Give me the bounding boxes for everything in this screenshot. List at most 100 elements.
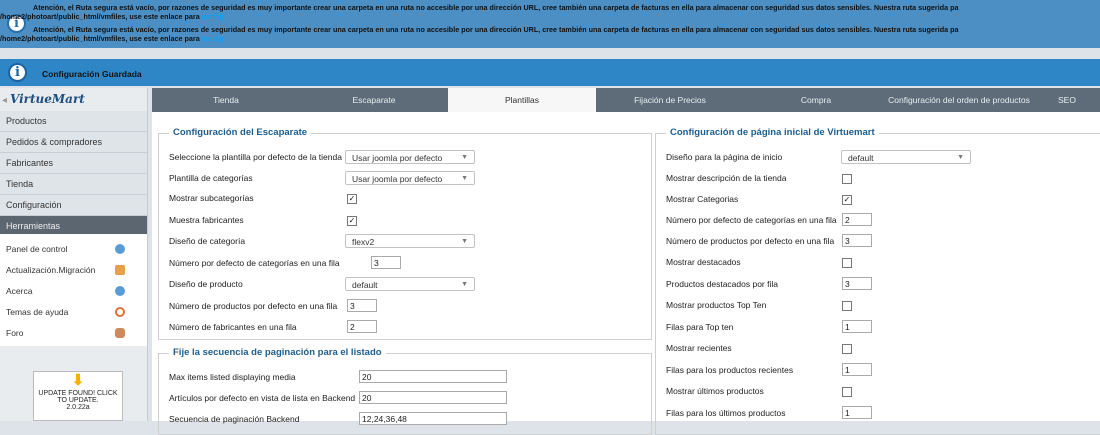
- label-show-categories: Mostrar Categorias: [666, 194, 739, 204]
- home-products-per-row-input[interactable]: 3: [842, 234, 872, 247]
- success-banner: i Configuración Guardada: [0, 59, 1100, 86]
- show-categories-checkbox[interactable]: ✓: [842, 195, 852, 205]
- help-lifebuoy-icon: [115, 307, 125, 317]
- show-subcategories-checkbox[interactable]: ✓: [347, 194, 357, 204]
- chevron-down-icon: ▼: [461, 154, 468, 161]
- config-link[interactable]: config: [202, 12, 224, 21]
- products-per-row-input[interactable]: 3: [347, 299, 377, 312]
- show-manufacturers-checkbox[interactable]: ✓: [347, 216, 357, 226]
- users-icon: [115, 328, 125, 338]
- warning-path-2: /home2/photoart/public_html/vmfiles, use…: [0, 34, 200, 43]
- label-show-recent: Mostrar recientes: [666, 343, 732, 353]
- label-categories-per-row: Número por defecto de categorías en una …: [169, 258, 340, 268]
- info-icon: [115, 286, 125, 296]
- label-products-per-row: Número de productos por defecto en una f…: [169, 301, 338, 311]
- label-home-cats-per-row: Número por defecto de categorías en una …: [666, 215, 837, 225]
- sidebar-item-fabricantes[interactable]: Fabricantes: [0, 153, 147, 174]
- label-show-store-desc: Mostrar descripción de la tienda: [666, 173, 787, 183]
- tab-plantillas[interactable]: Plantillas: [448, 88, 596, 112]
- update-notice[interactable]: ⬇ UPDATE FOUND! CLICK TO UPDATE. 2.0.22a: [33, 371, 123, 421]
- info-icon: i: [8, 63, 27, 82]
- show-topten-checkbox[interactable]: [842, 301, 852, 311]
- chevron-down-icon: ▼: [461, 238, 468, 245]
- show-recent-checkbox[interactable]: [842, 344, 852, 354]
- sidebar-menu: Productos Pedidos & compradores Fabrican…: [0, 111, 147, 237]
- label-show-featured: Mostrar destacados: [666, 257, 741, 267]
- backend-list-items-input[interactable]: 20: [359, 391, 507, 404]
- tool-panel-control[interactable]: Panel de control: [0, 239, 147, 260]
- label-recent-rows: Filas para los productos recientes: [666, 365, 794, 375]
- escaparate-fieldset: Configuración del Escaparate Seleccione …: [158, 127, 652, 340]
- tool-acerca[interactable]: Acerca: [0, 281, 147, 302]
- config-tabs: Tienda Escaparate Plantillas Fijación de…: [152, 88, 1100, 112]
- label-featured-per-row: Productos destacados por fila: [666, 279, 778, 289]
- inicio-fieldset: Configuración de página inicial de Virtu…: [655, 127, 1100, 435]
- tab-orden-productos[interactable]: Configuración del orden de productos: [874, 88, 1044, 112]
- categories-per-row-input[interactable]: 3: [371, 256, 401, 269]
- category-template-select[interactable]: Usar joomla por defecto ▼: [345, 171, 475, 185]
- show-featured-checkbox[interactable]: [842, 258, 852, 268]
- backend-pagination-input[interactable]: 12,24,36,48: [359, 412, 507, 425]
- latest-rows-input[interactable]: 1: [842, 406, 872, 419]
- label-latest-rows: Filas para los últimos productos: [666, 408, 786, 418]
- inicio-legend: Configuración de página inicial de Virtu…: [666, 127, 879, 138]
- label-topten-rows: Filas para Top ten: [666, 322, 734, 332]
- sidebar-item-tienda[interactable]: Tienda: [0, 174, 147, 195]
- escaparate-legend: Configuración del Escaparate: [169, 127, 312, 138]
- max-items-media-input[interactable]: 20: [359, 370, 507, 383]
- tab-tienda[interactable]: Tienda: [152, 88, 300, 112]
- tab-fijacion-precios[interactable]: Fijación de Precios: [596, 88, 744, 112]
- label-backend-pagination: Secuencia de paginación Backend: [169, 414, 300, 424]
- label-show-subcategories: Mostrar subcategorías: [169, 193, 254, 203]
- warning-text-2: Atención, el Ruta segura está vacío, por…: [33, 25, 959, 34]
- paginacion-fieldset: Fije la secuencia de paginación para el …: [158, 347, 652, 435]
- config-link[interactable]: config: [202, 34, 224, 43]
- security-warning-banner: i Atención, el Ruta segura está vacío, p…: [0, 0, 1100, 48]
- topten-rows-input[interactable]: 1: [842, 320, 872, 333]
- label-show-manufacturers: Muestra fabricantes: [169, 215, 244, 225]
- sidebar-item-productos[interactable]: Productos: [0, 111, 147, 132]
- tab-compra[interactable]: Compra: [744, 88, 888, 112]
- success-message: Configuración Guardada: [42, 69, 142, 79]
- show-latest-checkbox[interactable]: [842, 387, 852, 397]
- show-store-desc-checkbox[interactable]: [842, 174, 852, 184]
- label-backend-list-items: Artículos por defecto en vista de lista …: [169, 393, 356, 403]
- home-layout-select[interactable]: default ▼: [841, 150, 971, 164]
- product-layout-select[interactable]: default ▼: [345, 277, 475, 291]
- chevron-down-icon: ▼: [461, 281, 468, 288]
- warning-text-1: Atención, el Ruta segura está vacío, por…: [33, 3, 959, 12]
- update-arrow-icon: ⬇: [71, 372, 85, 389]
- label-default-template: Seleccione la plantilla por defecto de l…: [169, 152, 342, 162]
- main-panel: Configuración del Escaparate Seleccione …: [152, 112, 1100, 435]
- tab-seo[interactable]: SEO: [1058, 88, 1100, 112]
- label-home-layout: Diseño para la página de inicio: [666, 152, 783, 162]
- tool-actualizacion[interactable]: Actualización.Migración: [0, 260, 147, 281]
- featured-per-row-input[interactable]: 3: [842, 277, 872, 290]
- home-cats-per-row-input[interactable]: 2: [842, 213, 872, 226]
- label-show-topten: Mostrar productos Top Ten: [666, 300, 767, 310]
- tools-list: Panel de control Actualización.Migración…: [0, 234, 147, 346]
- collapse-arrow-icon[interactable]: ◂: [2, 95, 7, 106]
- label-product-layout: Diseño de producto: [169, 279, 243, 289]
- chevron-down-icon: ▼: [461, 175, 468, 182]
- label-home-products-per-row: Número de productos por defecto en una f…: [666, 236, 835, 246]
- package-icon: [115, 265, 125, 275]
- label-max-items-media: Max items listed displaying media: [169, 372, 296, 382]
- sidebar-item-pedidos[interactable]: Pedidos & compradores: [0, 132, 147, 153]
- tab-escaparate[interactable]: Escaparate: [300, 88, 448, 112]
- label-category-layout: Diseño de categoría: [169, 236, 246, 246]
- tool-foro[interactable]: Foro: [0, 323, 147, 344]
- sidebar: ◂ VirtueMart Productos Pedidos & comprad…: [0, 88, 148, 421]
- manufacturers-per-row-input[interactable]: 2: [347, 320, 377, 333]
- paginacion-legend: Fije la secuencia de paginación para el …: [169, 347, 386, 358]
- sidebar-item-configuracion[interactable]: Configuración: [0, 195, 147, 216]
- category-layout-select[interactable]: flexv2 ▼: [345, 234, 475, 248]
- recent-rows-input[interactable]: 1: [842, 363, 872, 376]
- tool-temas-ayuda[interactable]: Temas de ayuda: [0, 302, 147, 323]
- label-manufacturers-per-row: Número de fabricantes en una fila: [169, 322, 297, 332]
- label-category-template: Plantilla de categorías: [169, 173, 253, 183]
- chevron-down-icon: ▼: [957, 154, 964, 161]
- default-template-select[interactable]: Usar joomla por defecto ▼: [345, 150, 475, 164]
- virtuemart-logo: ◂ VirtueMart: [2, 92, 85, 106]
- info-icon: [115, 244, 125, 254]
